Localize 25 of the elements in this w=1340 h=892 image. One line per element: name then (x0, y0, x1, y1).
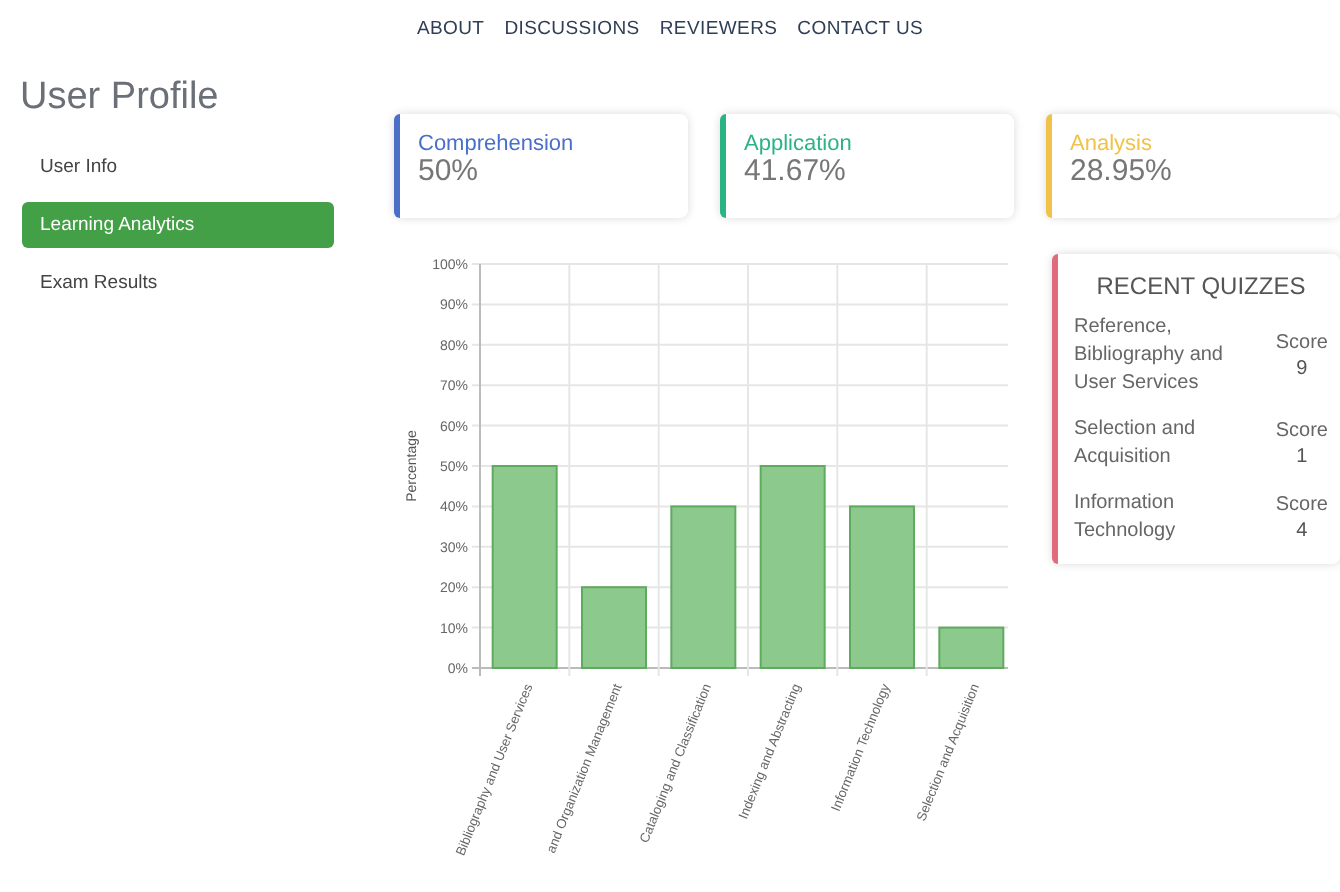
sidebar-item[interactable]: User Info (22, 144, 334, 190)
score-label: Score (1275, 330, 1328, 356)
stat-value: 50% (418, 154, 479, 188)
sidebar-item[interactable]: Exam Results (22, 260, 334, 306)
nav-link[interactable]: CONTACT US (797, 18, 924, 46)
score-label: Score (1275, 418, 1328, 444)
card-title: RECENT QUIZZES (1094, 272, 1308, 300)
score-value: 1 (1296, 444, 1308, 470)
stat-label: Analysis (1070, 132, 1154, 156)
stat-value: 28.95% (1070, 154, 1172, 188)
stat-label: Application (744, 132, 852, 156)
bar (938, 626, 1005, 669)
quiz-name: Selection and Acquisition (1074, 416, 1198, 472)
nav-link[interactable]: DISCUSSIONS (504, 18, 640, 46)
bar (581, 586, 647, 669)
quiz-name: Reference, Bibliography and User Services (1074, 314, 1225, 398)
quiz-name: Information Technology (1074, 490, 1178, 546)
score-label: Score (1275, 492, 1328, 518)
nav-link[interactable]: REVIEWERS (659, 18, 778, 46)
nav-link[interactable]: ABOUT (416, 18, 485, 46)
page-title: User Profile (20, 76, 221, 122)
stat-label: Comprehension (418, 132, 574, 156)
score-value: 4 (1296, 518, 1308, 544)
score-value: 9 (1296, 356, 1308, 382)
stat-value: 41.67% (744, 154, 846, 188)
